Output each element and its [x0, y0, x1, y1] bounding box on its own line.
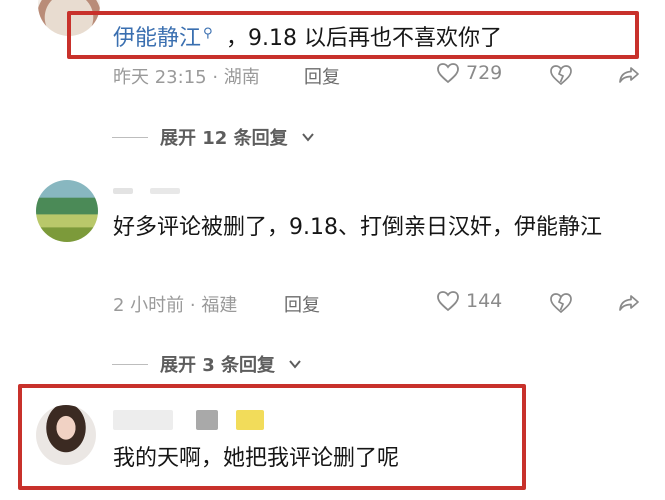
masked-username — [236, 410, 264, 430]
masked-username — [196, 410, 218, 430]
avatar[interactable] — [36, 405, 96, 465]
comment-text: 我的天啊，她把我评论删了呢 — [113, 446, 400, 471]
comment-author-name[interactable]: 伊能静江 ⚲ — [113, 20, 213, 52]
comment-meta: 昨天 23:15 · 湖南 — [113, 67, 260, 88]
comment-text: 好多评论被删了，9.18、打倒亲日汉奸，伊能静江 — [113, 215, 602, 240]
dislike-icon[interactable] — [549, 63, 573, 87]
chevron-down-icon — [289, 360, 301, 369]
masked-username — [113, 410, 173, 430]
expand-replies[interactable]: 展开 3 条回复 — [112, 351, 303, 377]
chevron-down-icon — [301, 133, 314, 142]
masked-username — [113, 188, 133, 194]
reply-button[interactable]: 回复 — [304, 63, 340, 89]
reply-button[interactable]: 回复 — [284, 291, 320, 317]
expand-replies-label: 展开 3 条回复 — [160, 355, 276, 376]
like-count: 729 — [466, 62, 503, 84]
divider-line — [112, 136, 148, 138]
comment-meta: 2 小时前 · 福建 — [113, 295, 238, 316]
heart-icon — [437, 63, 459, 84]
avatar[interactable] — [36, 180, 98, 242]
divider-line — [112, 363, 148, 365]
share-icon[interactable] — [617, 291, 641, 315]
comment-text: ，9.18 以后再也不喜欢你了 — [226, 26, 502, 51]
heart-icon — [437, 291, 459, 312]
dislike-icon[interactable] — [549, 291, 573, 315]
search-icon: ⚲ — [203, 25, 213, 41]
like-button[interactable]: 729 — [436, 62, 502, 84]
avatar[interactable] — [38, 0, 100, 36]
masked-username — [150, 188, 180, 194]
share-icon[interactable] — [617, 63, 641, 87]
like-button[interactable]: 144 — [436, 290, 502, 312]
expand-replies[interactable]: 展开 12 条回复 — [112, 124, 316, 150]
expand-replies-label: 展开 12 条回复 — [160, 128, 288, 149]
like-count: 144 — [466, 290, 503, 312]
